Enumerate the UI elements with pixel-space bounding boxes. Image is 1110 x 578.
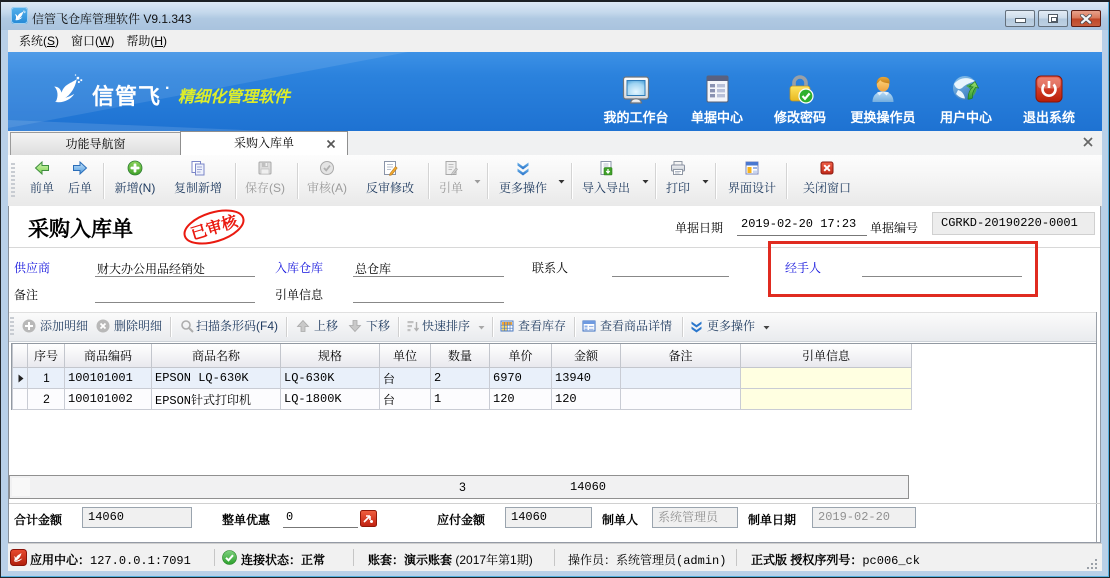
svg-text:已审核: 已审核 [188, 211, 240, 243]
